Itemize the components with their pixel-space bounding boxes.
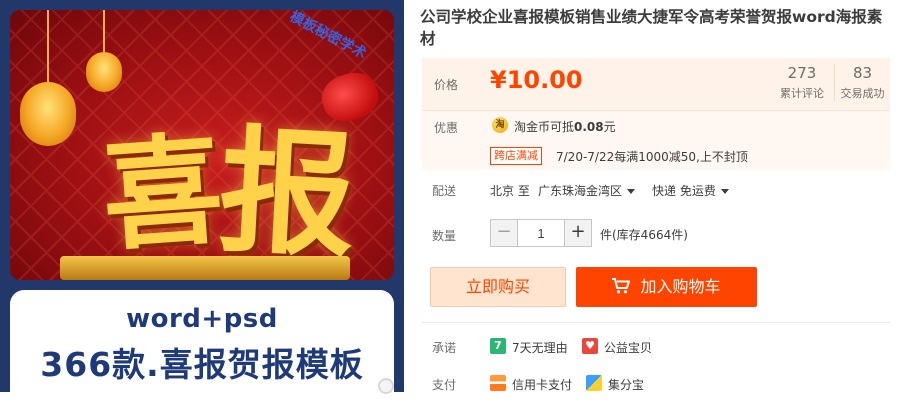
quantity-stepper: − + [490,219,592,247]
promotion-label: 优惠 [434,121,459,135]
lantern-string [47,10,49,82]
chevron-down-icon [627,189,636,194]
product-title: 公司学校企业喜报模板销售业绩大捷军令高考荣誉贺报word海报素材 [420,8,883,48]
decorative-stand [60,256,350,280]
shipping-origin: 北京 至 [490,184,530,198]
product-main-image[interactable]: 喜 报 模板秘密学术 word+psd 366款.喜报贺报模板 [0,0,404,392]
increase-quantity-button[interactable]: + [564,220,591,246]
destination-selector[interactable]: 广东珠海金湾区 [538,182,636,199]
headline-char: 报 [215,110,360,278]
credit-card-icon [490,375,506,391]
stock-text: 件(库存4664件) [600,228,688,242]
buy-now-button[interactable]: 立即购买 [430,267,566,307]
sales-count: 83 [852,64,873,82]
review-count-label: 累计评论 [780,87,824,100]
review-count-stat[interactable]: 273 累计评论 [772,64,832,101]
lantern-icon [86,52,122,92]
decrease-quantity-button[interactable]: − [491,220,518,246]
image-zoom-handle[interactable] [378,378,394,394]
price-panel: 价格 ¥10.00 273 累计评论 83 交易成功 [422,58,890,110]
shipping-method-selector[interactable]: 快递 免运费 [652,182,729,199]
promotion-panel: 优惠 淘 淘金币可抵0.08元 跨店满减 7/20-7/22每满1000减50,… [422,110,890,170]
review-count: 273 [787,64,817,82]
lantern-string [103,10,105,52]
credit-card-payment-link[interactable]: 信用卡支付 [512,376,572,393]
promise-label: 承诺 [432,341,457,355]
price-label: 价格 [434,78,459,92]
price-value: ¥10.00 [490,66,583,94]
payment-label: 支付 [432,378,457,392]
shipping-label: 配送 [432,184,457,198]
add-to-cart-button[interactable]: 加入购物车 [576,267,757,307]
jifenbao-icon [586,375,602,391]
charity-link[interactable]: 公益宝贝 [604,339,652,356]
cross-store-discount-tag[interactable]: 跨店满减 [490,147,542,165]
sales-count-stat: 83 交易成功 [834,64,890,101]
headline-char: 喜 [97,118,228,268]
quantity-label: 数量 [432,229,457,243]
product-image-caption: word+psd 366款.喜报贺报模板 [10,290,394,392]
seven-day-return-link[interactable]: 7天无理由 [512,339,568,356]
jifenbao-payment-link[interactable]: 集分宝 [608,376,644,393]
coin-discount-text: 淘金币可抵0.08元 [514,120,616,134]
shopping-cart-icon [612,278,631,294]
chevron-down-icon [720,189,729,194]
cross-store-discount-text: 7/20-7/22每满1000减50,上不封顶 [556,150,748,164]
seven-day-return-icon: 7 [490,338,506,354]
caption-format: word+psd [126,304,278,334]
sales-count-label: 交易成功 [840,87,885,100]
quantity-input[interactable] [518,220,564,246]
taobao-coin-icon: 淘 [492,117,508,133]
charity-heart-icon: ♥ [582,338,598,354]
divider [422,322,890,323]
caption-count: 366款.喜报贺报模板 [40,345,364,384]
lantern-icon [20,82,76,146]
product-detail-panel: 公司学校企业喜报模板销售业绩大捷军令高考荣誉贺报word海报素材 价格 ¥10.… [420,0,901,410]
add-to-cart-label: 加入购物车 [640,277,721,296]
